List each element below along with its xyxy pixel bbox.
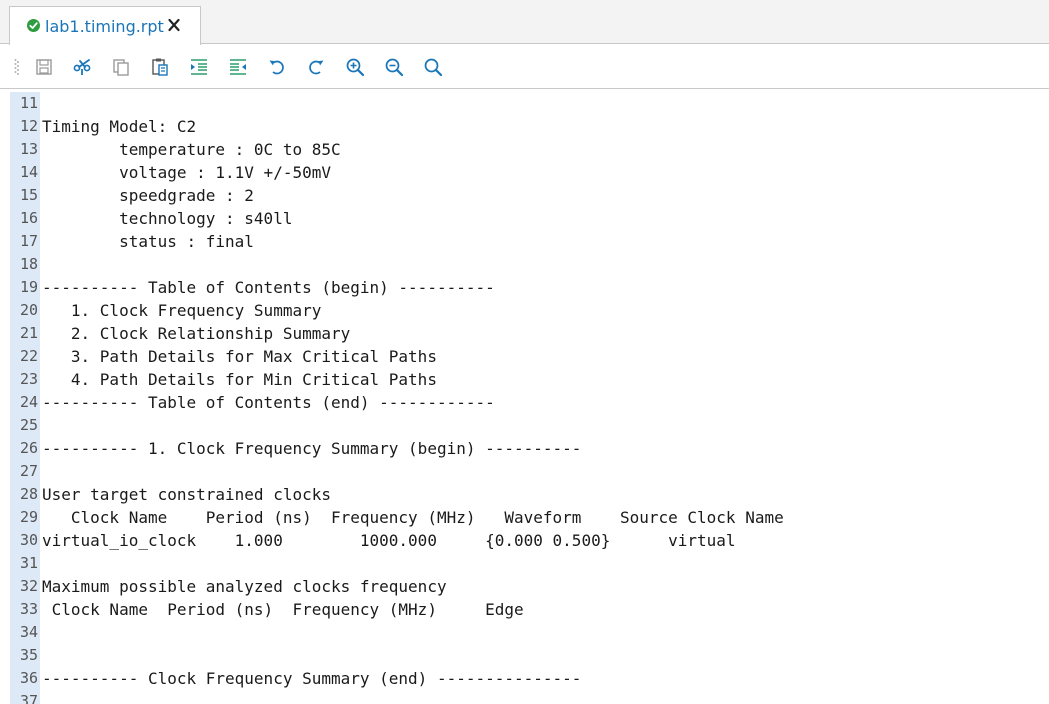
line-text: User target constrained clocks (42, 485, 331, 504)
line-number: 36 (19, 669, 38, 687)
text-editor[interactable]: 11 12 Timing Model: C2 13 temperature : 0C … (10, 92, 1049, 704)
line-text: 3. Path Details for Max Critical Paths (42, 347, 437, 366)
line-text: Clock Name Period (ns) Frequency (MHz) E… (42, 600, 524, 619)
search-icon (424, 58, 443, 77)
line-text: technology : s40ll (42, 209, 293, 228)
tab-title: lab1.timing.rpt (45, 17, 164, 36)
line-number: 23 (19, 370, 38, 388)
line-number: 33 (19, 600, 38, 618)
cut-icon (73, 59, 91, 75)
line-number: 17 (19, 232, 38, 250)
line-text: 4. Path Details for Min Critical Paths (42, 370, 437, 389)
line-number: 21 (19, 324, 38, 342)
line-number: 20 (19, 301, 38, 319)
line-number: 34 (19, 623, 38, 641)
zoom-out-button[interactable] (384, 57, 404, 77)
line-number: 26 (19, 439, 38, 457)
line-number: 13 (19, 140, 38, 158)
line-text: 2. Clock Relationship Summary (42, 324, 351, 343)
save-button[interactable] (34, 57, 54, 77)
cut-button[interactable] (72, 57, 92, 77)
line-number: 15 (19, 186, 38, 204)
line-number: 32 (19, 577, 38, 595)
zoom-out-icon (385, 58, 404, 77)
line-text: speedgrade : 2 (42, 186, 254, 205)
undo-icon (269, 60, 284, 75)
indent-button[interactable] (189, 57, 209, 77)
line-number: 29 (19, 508, 38, 526)
line-text: ---------- 1. Clock Frequency Summary (b… (42, 439, 582, 458)
copy-icon (113, 59, 129, 76)
search-button[interactable] (423, 57, 443, 77)
outdent-icon (230, 59, 246, 75)
paste-button[interactable] (150, 57, 170, 77)
save-icon (36, 59, 52, 75)
zoom-in-button[interactable] (345, 57, 365, 77)
line-text: Clock Name Period (ns) Frequency (MHz) W… (42, 508, 784, 527)
line-number: 12 (19, 117, 38, 135)
line-number: 16 (19, 209, 38, 227)
line-text: ---------- Table of Contents (begin) ---… (42, 278, 495, 297)
line-text: ---------- Clock Frequency Summary (end)… (42, 669, 582, 688)
line-number: 28 (19, 485, 38, 503)
line-number: 35 (19, 646, 38, 664)
editor-toolbar (0, 45, 1049, 89)
close-icon[interactable] (165, 16, 183, 34)
copy-button[interactable] (111, 57, 131, 77)
line-number: 25 (19, 416, 38, 434)
line-text: status : final (42, 232, 254, 251)
outdent-button[interactable] (228, 57, 248, 77)
line-text: Maximum possible analyzed clocks frequen… (42, 577, 447, 596)
line-number: 37 (19, 692, 38, 704)
line-number: 27 (19, 462, 38, 480)
line-text: voltage : 1.1V +/-50mV (42, 163, 331, 182)
line-number: 18 (19, 255, 38, 273)
toolbar-grip[interactable] (14, 58, 19, 76)
redo-icon (309, 60, 324, 75)
line-text: Timing Model: C2 (42, 117, 197, 136)
indent-icon (191, 59, 207, 75)
line-number: 11 (19, 94, 38, 112)
line-number: 30 (19, 531, 38, 549)
line-number: 31 (19, 554, 38, 572)
line-number: 22 (19, 347, 38, 365)
line-text: ---------- Table of Contents (end) -----… (42, 393, 495, 412)
zoom-in-icon (346, 58, 365, 77)
line-number: 14 (19, 163, 38, 181)
line-number: 24 (19, 393, 38, 411)
file-tab[interactable]: lab1.timing.rpt (9, 6, 201, 45)
line-number: 19 (19, 278, 38, 296)
paste-icon (152, 58, 168, 76)
line-text: 1. Clock Frequency Summary (42, 301, 322, 320)
redo-button[interactable] (306, 57, 326, 77)
line-text: virtual_io_clock 1.000 1000.000 {0.000 0… (42, 531, 736, 550)
line-text: temperature : 0C to 85C (42, 140, 341, 159)
check-circle-icon (27, 19, 40, 32)
undo-button[interactable] (267, 57, 287, 77)
editor-tab-strip: lab1.timing.rpt (0, 0, 1049, 45)
